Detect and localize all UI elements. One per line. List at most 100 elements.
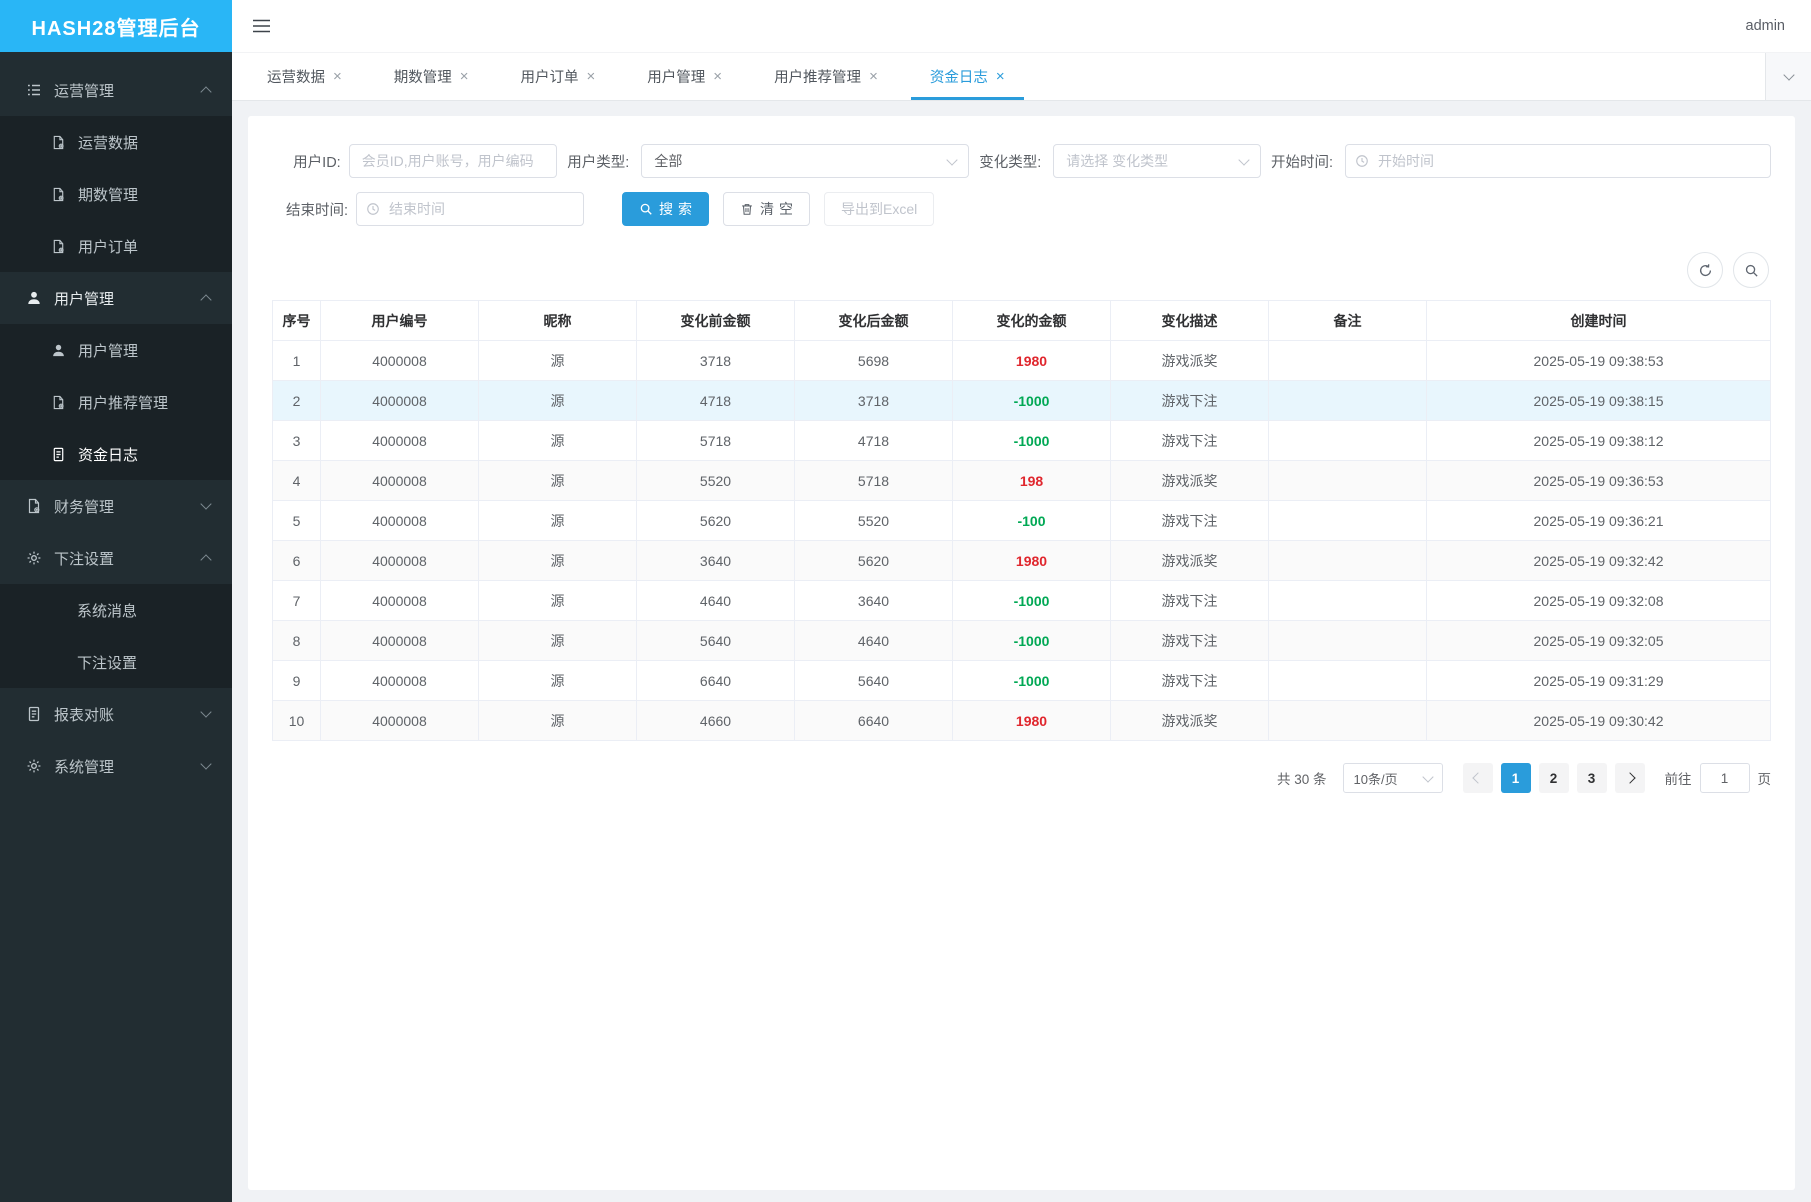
cell-desc: 游戏下注 — [1111, 421, 1269, 461]
sidebar-item-user-referral[interactable]: 用户推荐管理 — [0, 376, 232, 428]
fund-log-table: 序号 用户编号 昵称 变化前金额 变化后金额 变化的金额 变化描述 备注 创建时… — [272, 300, 1771, 741]
end-time-input[interactable] — [356, 192, 584, 226]
col-user-id: 用户编号 — [321, 301, 479, 341]
tab-period-mgmt[interactable]: 期数管理 × — [375, 53, 488, 100]
search-icon — [1744, 263, 1759, 278]
close-icon[interactable]: × — [460, 69, 469, 84]
table-header-row: 序号 用户编号 昵称 变化前金额 变化后金额 变化的金额 变化描述 备注 创建时… — [273, 301, 1771, 341]
cell-index: 10 — [273, 701, 321, 741]
table-row[interactable]: 8 4000008 源 5640 4640 -1000 游戏下注 2025-05… — [273, 621, 1771, 661]
doc-gear-icon — [50, 134, 66, 150]
page-button-1[interactable]: 1 — [1501, 763, 1531, 793]
cell-user-id: 4000008 — [321, 701, 479, 741]
search-button[interactable]: 搜索 — [622, 192, 709, 226]
trash-icon — [740, 202, 754, 216]
cell-index: 4 — [273, 461, 321, 501]
cell-change: -1000 — [953, 621, 1111, 661]
cell-time: 2025-05-19 09:38:53 — [1427, 341, 1771, 381]
page-button-3[interactable]: 3 — [1577, 763, 1607, 793]
cell-remark — [1269, 541, 1427, 581]
tab-user-orders[interactable]: 用户订单 × — [502, 53, 615, 100]
clear-button[interactable]: 清空 — [723, 192, 810, 226]
sidebar-nav: 运营管理 运营数据 期数管理 — [0, 52, 232, 1202]
tab-user-mgmt[interactable]: 用户管理 × — [628, 53, 741, 100]
sidebar-item-user-orders[interactable]: 用户订单 — [0, 220, 232, 272]
cell-index: 2 — [273, 381, 321, 421]
user-type-select[interactable]: 全部 — [641, 144, 969, 178]
user-menu[interactable]: admin — [1746, 18, 1786, 34]
sidebar-group-reports[interactable]: 报表对账 — [0, 688, 232, 740]
sidebar-submenu-users: 用户管理 用户推荐管理 资金日志 — [0, 324, 232, 480]
prev-page-button[interactable] — [1463, 763, 1493, 793]
cell-nickname: 源 — [479, 381, 637, 421]
cell-nickname: 源 — [479, 701, 637, 741]
close-icon[interactable]: × — [713, 69, 722, 84]
app-root: HASH28管理后台 运营管理 运营数据 — [0, 0, 1811, 1202]
sidebar-group-operations[interactable]: 运营管理 — [0, 64, 232, 116]
sidebar-group-system[interactable]: 系统管理 — [0, 740, 232, 792]
cell-user-id: 4000008 — [321, 501, 479, 541]
sidebar-item-system-messages[interactable]: 系统消息 — [0, 584, 232, 636]
sidebar-item-period-mgmt[interactable]: 期数管理 — [0, 168, 232, 220]
sidebar-item-label: 用户管理 — [78, 340, 138, 361]
sidebar-item-operation-data[interactable]: 运营数据 — [0, 116, 232, 168]
close-icon[interactable]: × — [996, 69, 1005, 84]
start-time-input[interactable] — [1345, 144, 1771, 178]
table-row[interactable]: 7 4000008 源 4640 3640 -1000 游戏下注 2025-05… — [273, 581, 1771, 621]
end-time-label: 结束时间: — [272, 199, 348, 220]
table-row[interactable]: 5 4000008 源 5620 5520 -100 游戏下注 2025-05-… — [273, 501, 1771, 541]
user-id-input[interactable] — [349, 144, 558, 178]
col-index: 序号 — [273, 301, 321, 341]
user-type-label: 用户类型: — [567, 151, 629, 172]
tab-operation-data[interactable]: 运营数据 × — [248, 53, 361, 100]
table-row[interactable]: 3 4000008 源 5718 4718 -1000 游戏下注 2025-05… — [273, 421, 1771, 461]
table-row[interactable]: 6 4000008 源 3640 5620 1980 游戏派奖 2025-05-… — [273, 541, 1771, 581]
hamburger-menu-icon[interactable] — [252, 18, 271, 34]
table-row[interactable]: 1 4000008 源 3718 5698 1980 游戏派奖 2025-05-… — [273, 341, 1771, 381]
page-size-select[interactable]: 10条/页 — [1343, 763, 1443, 793]
sidebar-item-user-mgmt[interactable]: 用户管理 — [0, 324, 232, 376]
sidebar-submenu-bet-settings: 系统消息 下注设置 — [0, 584, 232, 688]
cell-user-id: 4000008 — [321, 581, 479, 621]
column-search-button[interactable] — [1733, 252, 1769, 288]
chevron-up-icon — [200, 554, 211, 565]
close-icon[interactable]: × — [333, 69, 342, 84]
close-icon[interactable]: × — [869, 69, 878, 84]
goto-page: 前往 页 — [1665, 763, 1772, 793]
table-row[interactable]: 4 4000008 源 5520 5718 198 游戏派奖 2025-05-1… — [273, 461, 1771, 501]
sidebar-group-finance[interactable]: 财务管理 — [0, 480, 232, 532]
gear-icon — [26, 550, 42, 566]
sidebar-item-fund-log[interactable]: 资金日志 — [0, 428, 232, 480]
tab-user-referral[interactable]: 用户推荐管理 × — [755, 53, 897, 100]
cell-remark — [1269, 661, 1427, 701]
sidebar-item-bet-settings[interactable]: 下注设置 — [0, 636, 232, 688]
refresh-button[interactable] — [1687, 252, 1723, 288]
pagination: 共 30 条 10条/页 1 2 3 前往 — [272, 763, 1771, 793]
change-type-select[interactable]: 请选择 变化类型 — [1053, 144, 1261, 178]
doc-icon — [50, 446, 66, 462]
export-excel-button[interactable]: 导出到Excel — [824, 192, 934, 226]
sidebar-group-label: 下注设置 — [54, 548, 114, 569]
cell-nickname: 源 — [479, 341, 637, 381]
next-page-button[interactable] — [1615, 763, 1645, 793]
sidebar-group-bet-settings[interactable]: 下注设置 — [0, 532, 232, 584]
page-button-2[interactable]: 2 — [1539, 763, 1569, 793]
close-icon[interactable]: × — [587, 69, 596, 84]
cell-user-id: 4000008 — [321, 621, 479, 661]
filter-row-1: 用户ID: 用户类型: 全部 变化类型: 请选择 变化类型 开始时间: — [272, 144, 1771, 178]
cell-desc: 游戏派奖 — [1111, 701, 1269, 741]
user-icon — [26, 290, 42, 306]
tab-fund-log[interactable]: 资金日志 × — [911, 53, 1024, 100]
tab-actions-dropdown[interactable] — [1765, 53, 1811, 100]
table-row[interactable]: 9 4000008 源 6640 5640 -1000 游戏下注 2025-05… — [273, 661, 1771, 701]
cell-change: 1980 — [953, 341, 1111, 381]
topbar: admin — [232, 0, 1811, 52]
cell-nickname: 源 — [479, 421, 637, 461]
goto-page-input[interactable] — [1700, 763, 1750, 793]
tab-label: 期数管理 — [394, 66, 452, 87]
sidebar-group-users[interactable]: 用户管理 — [0, 272, 232, 324]
table-row[interactable]: 2 4000008 源 4718 3718 -1000 游戏下注 2025-05… — [273, 381, 1771, 421]
table-row[interactable]: 10 4000008 源 4660 6640 1980 游戏派奖 2025-05… — [273, 701, 1771, 741]
table-header: 序号 用户编号 昵称 变化前金额 变化后金额 变化的金额 变化描述 备注 创建时… — [273, 301, 1771, 341]
search-icon — [639, 202, 653, 216]
